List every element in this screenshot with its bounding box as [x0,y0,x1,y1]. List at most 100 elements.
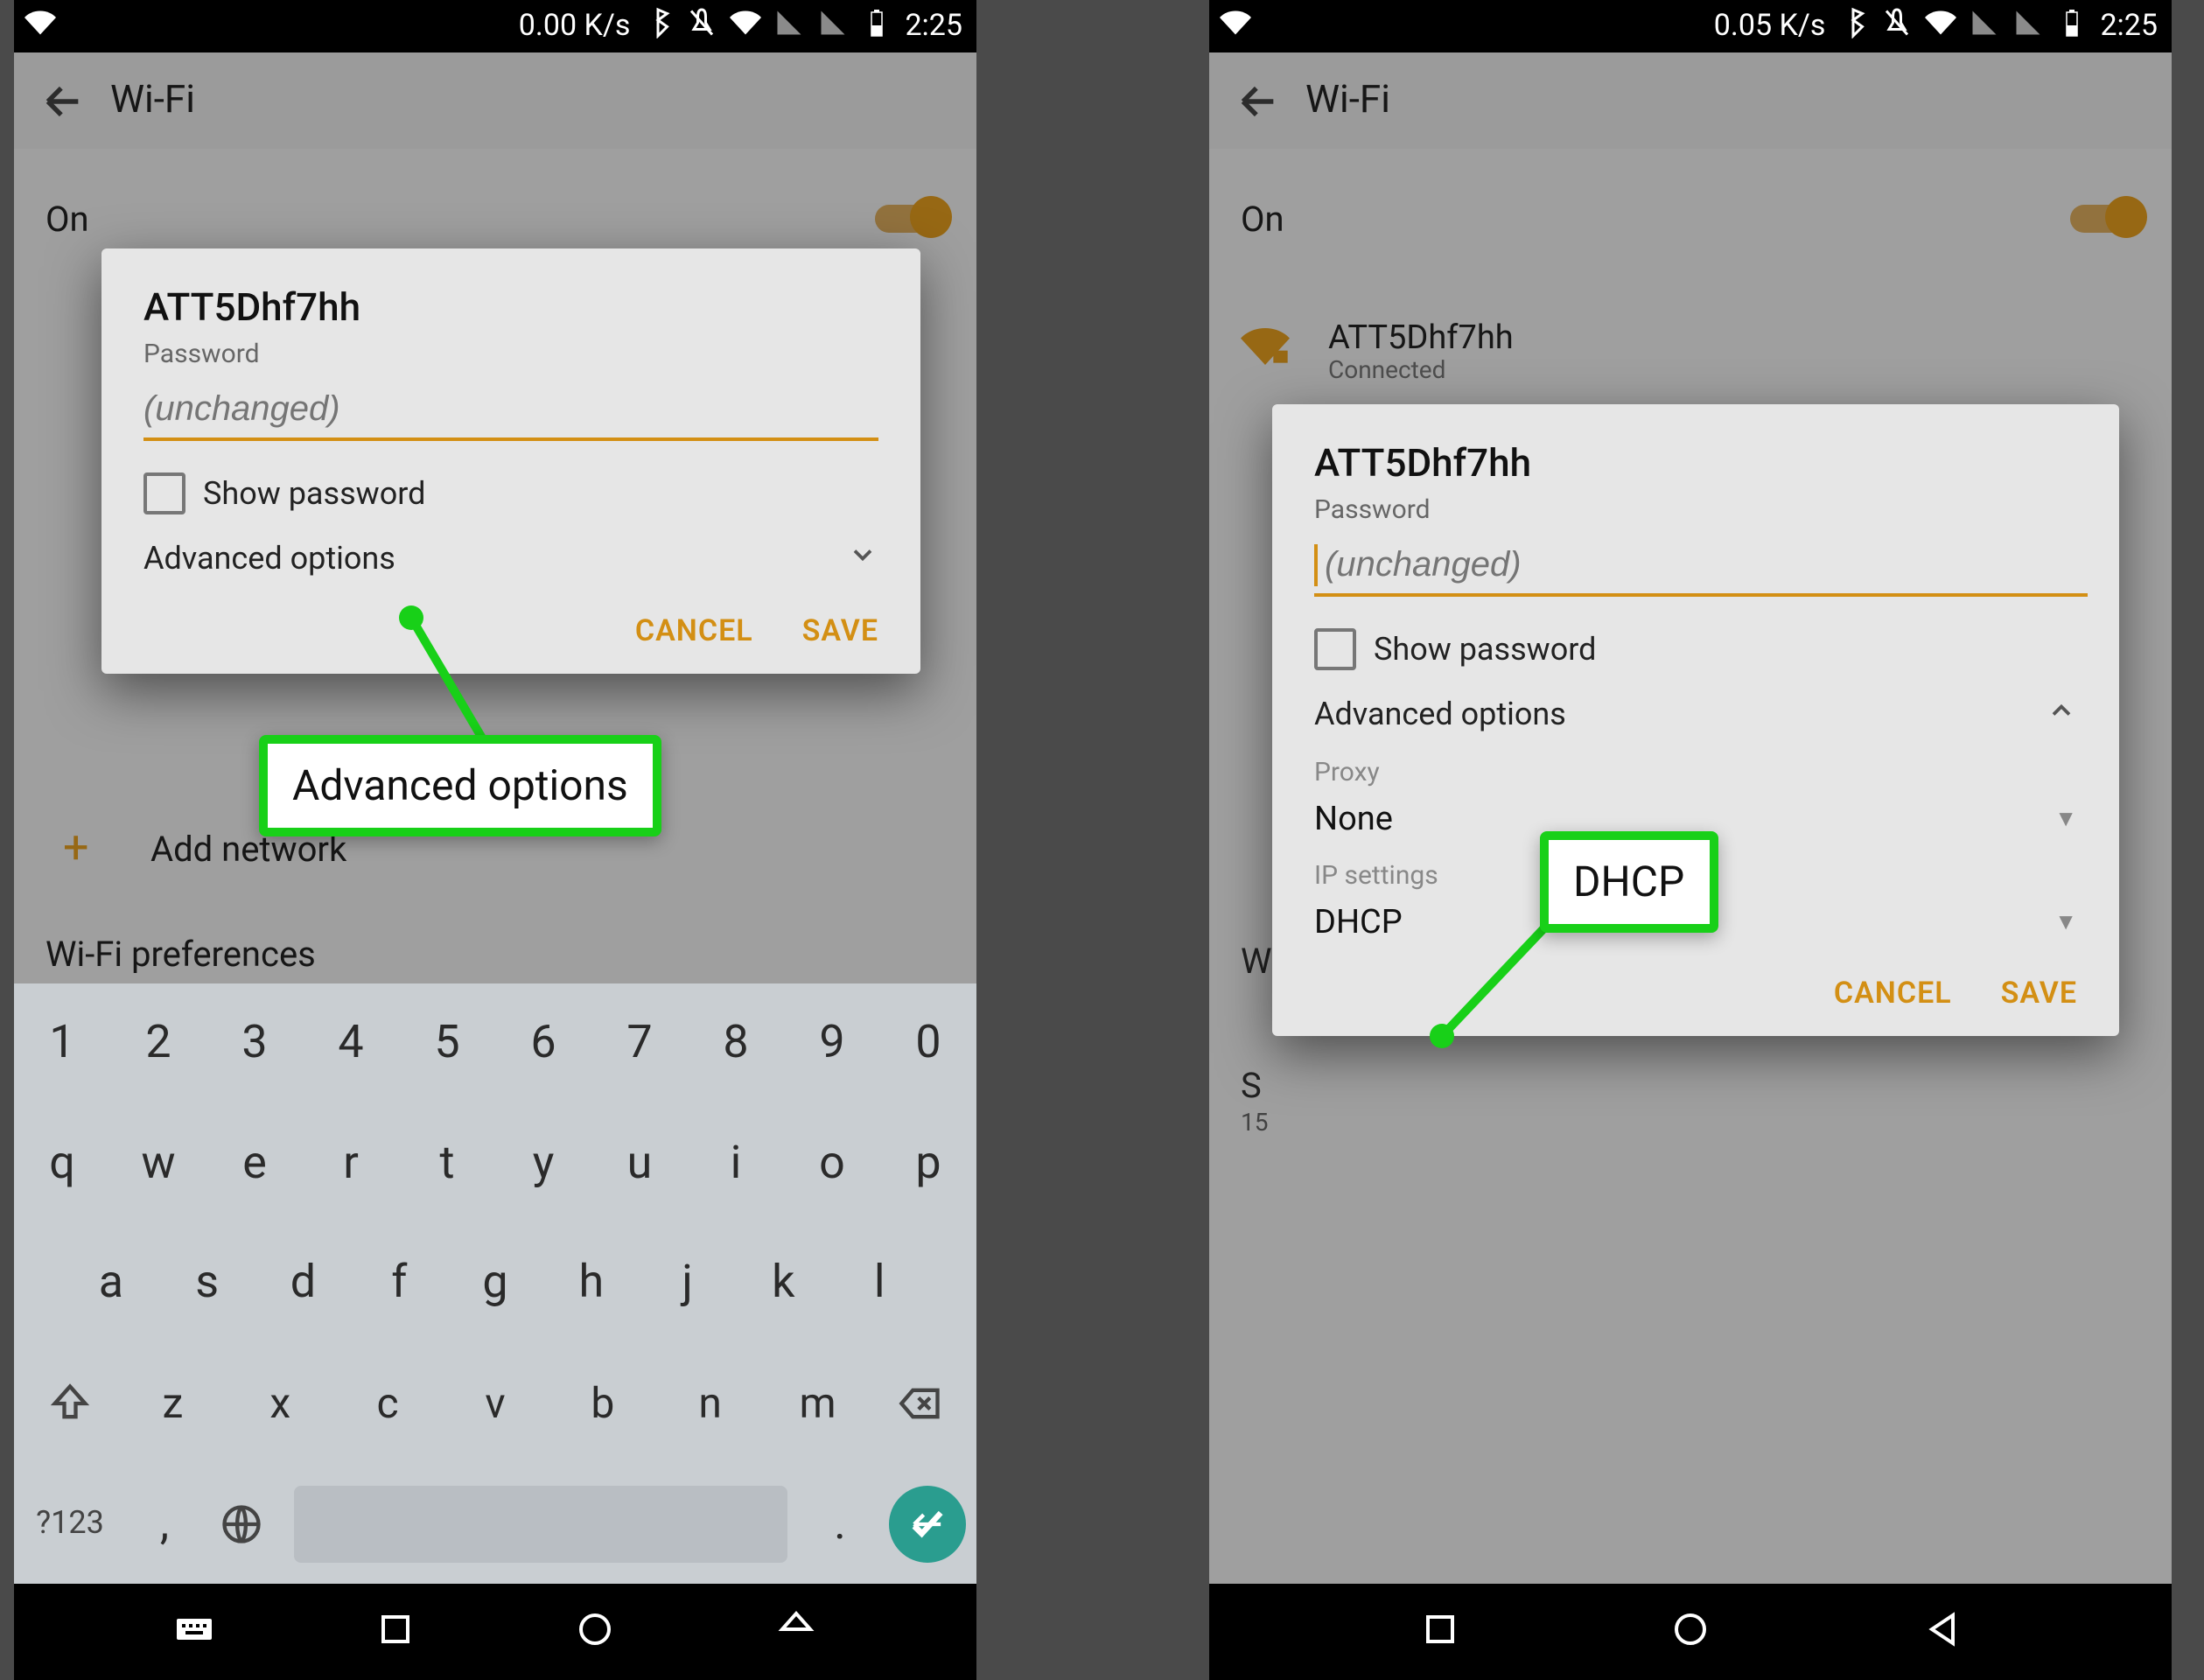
key-7[interactable]: 7 [591,1018,688,1070]
key-l[interactable]: l [831,1257,927,1310]
advanced-options-row[interactable]: Advanced options [143,532,878,586]
key-t[interactable]: t [399,1138,495,1190]
mute-icon [1881,6,1913,46]
signal-icon [1925,6,1956,46]
text-cursor [1314,544,1318,586]
key-o[interactable]: o [784,1138,880,1190]
app-bar: Wi-Fi [1209,52,2172,149]
key-s[interactable]: s [159,1257,255,1310]
show-password-row[interactable]: Show password [1314,628,2077,670]
nav-back-icon[interactable] [1921,1607,1963,1656]
key-f[interactable]: f [351,1257,447,1310]
shift-key[interactable] [21,1381,119,1426]
space-key[interactable] [294,1485,787,1562]
key-d[interactable]: d [255,1257,352,1310]
wifi-toggle[interactable] [2070,205,2140,233]
key-u[interactable]: u [591,1138,688,1190]
show-password-checkbox[interactable] [143,472,185,514]
show-password-label: Show password [1374,631,1596,668]
list-item: S [1209,1064,2172,1106]
nav-bar [14,1584,976,1680]
wifi-preferences-label: Wi-Fi preferences [45,933,316,975]
show-password-row[interactable]: Show password [143,472,878,514]
key-4[interactable]: 4 [303,1018,399,1070]
back-icon[interactable] [14,78,110,123]
key-a[interactable]: a [63,1257,159,1310]
key-x[interactable]: x [227,1379,334,1428]
key-p[interactable]: p [880,1138,976,1190]
key-m[interactable]: m [764,1379,871,1428]
sim2-icon [2012,6,2044,46]
save-button[interactable]: SAVE [2001,976,2077,1012]
key-6[interactable]: 6 [495,1018,591,1070]
status-bar: 0.05 K/s 2:25 [1209,0,2172,52]
bluetooth-icon [642,6,674,46]
key-b[interactable]: b [549,1379,656,1428]
key-c[interactable]: c [334,1379,442,1428]
nav-back-icon[interactable] [775,1607,817,1656]
sim1-icon [1969,6,2000,46]
comma-key[interactable]: , [126,1497,203,1550]
key-j[interactable]: j [640,1257,736,1310]
wifi-indicator-icon [1209,6,1251,46]
key-3[interactable]: 3 [206,1018,303,1070]
battery-icon [2056,6,2088,46]
clock: 2:25 [905,9,962,44]
cancel-button[interactable]: CANCEL [635,614,753,649]
key-g[interactable]: g [447,1257,543,1310]
connected-network-row[interactable]: ATT5Dhf7hh Connected [1209,298,2172,402]
language-key[interactable] [203,1501,280,1546]
nav-home-icon[interactable] [1669,1607,1711,1656]
enter-key[interactable] [878,1485,976,1562]
advanced-options-row[interactable]: Advanced options [1314,688,2077,742]
backspace-key[interactable] [871,1381,969,1426]
show-password-checkbox[interactable] [1314,628,1356,670]
callout-anchor-dot [399,606,423,630]
password-input[interactable] [143,383,878,441]
key-w[interactable]: w [110,1138,206,1190]
dialog-ssid: ATT5Dhf7hh [143,287,878,331]
key-q[interactable]: q [14,1138,110,1190]
callout-advanced-options: Advanced options [259,735,661,836]
key-9[interactable]: 9 [784,1018,880,1070]
key-8[interactable]: 8 [688,1018,784,1070]
wifi-dialog: ATT5Dhf7hh Password Show password Advanc… [1272,404,2119,1036]
symbols-key[interactable]: ?123 [14,1505,126,1542]
caret-down-icon: ▼ [2054,907,2077,935]
key-5[interactable]: 5 [399,1018,495,1070]
key-n[interactable]: n [656,1379,764,1428]
nav-bar [1209,1584,2172,1680]
password-label: Password [143,338,878,369]
key-1[interactable]: 1 [14,1018,110,1070]
network-ssid: ATT5Dhf7hh [1328,316,1514,356]
key-r[interactable]: r [303,1138,399,1190]
key-2[interactable]: 2 [110,1018,206,1070]
key-y[interactable]: y [495,1138,591,1190]
period-key[interactable]: . [801,1497,878,1550]
back-icon[interactable] [1209,78,1305,123]
bluetooth-icon [1837,6,1869,46]
key-h[interactable]: h [543,1257,640,1310]
nav-home-icon[interactable] [575,1607,617,1656]
keyboard-icon[interactable] [173,1607,215,1656]
key-v[interactable]: v [442,1379,549,1428]
sim2-icon [817,6,849,46]
show-password-label: Show password [203,475,425,512]
ip-settings-value: DHCP [1314,901,1403,942]
key-k[interactable]: k [735,1257,831,1310]
nav-recent-icon[interactable] [374,1607,416,1656]
cancel-button[interactable]: CANCEL [1834,976,1952,1012]
wifi-toggle[interactable] [875,205,945,233]
phone-left: 0.00 K/s 2:25 Wi-Fi On + Add [14,0,976,1680]
key-0[interactable]: 0 [880,1018,976,1070]
key-e[interactable]: e [206,1138,303,1190]
save-button[interactable]: SAVE [802,614,878,649]
data-rate: 0.00 K/s [519,9,631,44]
soft-keyboard[interactable]: 1234567890 qwertyuiop asdfghjkl zxcvbnm … [14,984,976,1584]
password-input[interactable] [1314,539,2088,597]
key-z[interactable]: z [119,1379,227,1428]
nav-recent-icon[interactable] [1418,1607,1460,1656]
battery-icon [861,6,892,46]
callout-dhcp: DHCP [1540,831,1718,933]
key-i[interactable]: i [688,1138,784,1190]
